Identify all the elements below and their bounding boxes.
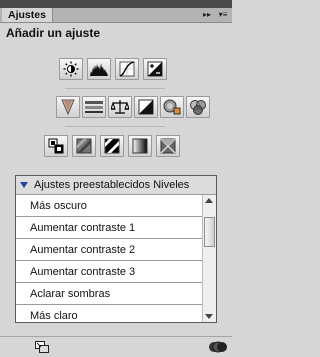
- bottom-bar: [0, 336, 232, 357]
- scrollbar-thumb[interactable]: [204, 217, 215, 247]
- gradient-map-icon[interactable]: [128, 135, 152, 157]
- adjustment-icons-row-3: [44, 135, 180, 157]
- adjustment-icons-row-1: [59, 58, 167, 80]
- presets-list: Ajustes preestablecidos Niveles Más oscu…: [15, 175, 217, 323]
- clip-layer-icon[interactable]: [209, 341, 227, 356]
- presets-header-label: Ajustes preestablecidos Niveles: [34, 179, 190, 191]
- title-bar: [0, 0, 232, 8]
- curves-icon[interactable]: [115, 58, 139, 80]
- scroll-up-icon[interactable]: [205, 198, 213, 203]
- posterize-icon[interactable]: [72, 135, 96, 157]
- invert-icon[interactable]: [44, 135, 68, 157]
- scroll-down-icon[interactable]: [205, 314, 213, 319]
- hue-saturation-icon[interactable]: [82, 96, 106, 118]
- tab-bar: Ajustes ▸▸ ▾≡: [0, 8, 232, 23]
- panel-menu-icon[interactable]: ▾≡: [216, 8, 230, 22]
- scrollbar[interactable]: [202, 195, 216, 322]
- adjustment-icons-row-2: [56, 96, 210, 118]
- list-item[interactable]: Aumentar contraste 3: [16, 261, 202, 283]
- expand-triangle-icon[interactable]: [20, 182, 28, 188]
- list-item[interactable]: Aclarar sombras: [16, 283, 202, 305]
- separator: [65, 126, 165, 127]
- channel-mixer-icon[interactable]: [186, 96, 210, 118]
- collapse-icon[interactable]: ▸▸: [202, 8, 212, 22]
- panel-title: Añadir un ajuste: [6, 26, 101, 40]
- separator: [65, 88, 165, 89]
- levels-icon[interactable]: [87, 58, 111, 80]
- threshold-icon[interactable]: [100, 135, 124, 157]
- color-balance-icon[interactable]: [108, 96, 132, 118]
- list-item[interactable]: Más claro: [16, 305, 202, 322]
- brightness-contrast-icon[interactable]: [59, 58, 83, 80]
- vibrance-icon[interactable]: [56, 96, 80, 118]
- exposure-icon[interactable]: [143, 58, 167, 80]
- tab-ajustes[interactable]: Ajustes: [2, 8, 53, 22]
- expanded-view-icon[interactable]: [35, 341, 49, 356]
- list-item[interactable]: Aumentar contraste 1: [16, 217, 202, 239]
- black-white-icon[interactable]: [134, 96, 158, 118]
- presets-header[interactable]: Ajustes preestablecidos Niveles: [16, 176, 216, 195]
- list-item[interactable]: Aumentar contraste 2: [16, 239, 202, 261]
- photo-filter-icon[interactable]: [160, 96, 184, 118]
- list-item[interactable]: Más oscuro: [16, 195, 202, 217]
- selective-color-icon[interactable]: [156, 135, 180, 157]
